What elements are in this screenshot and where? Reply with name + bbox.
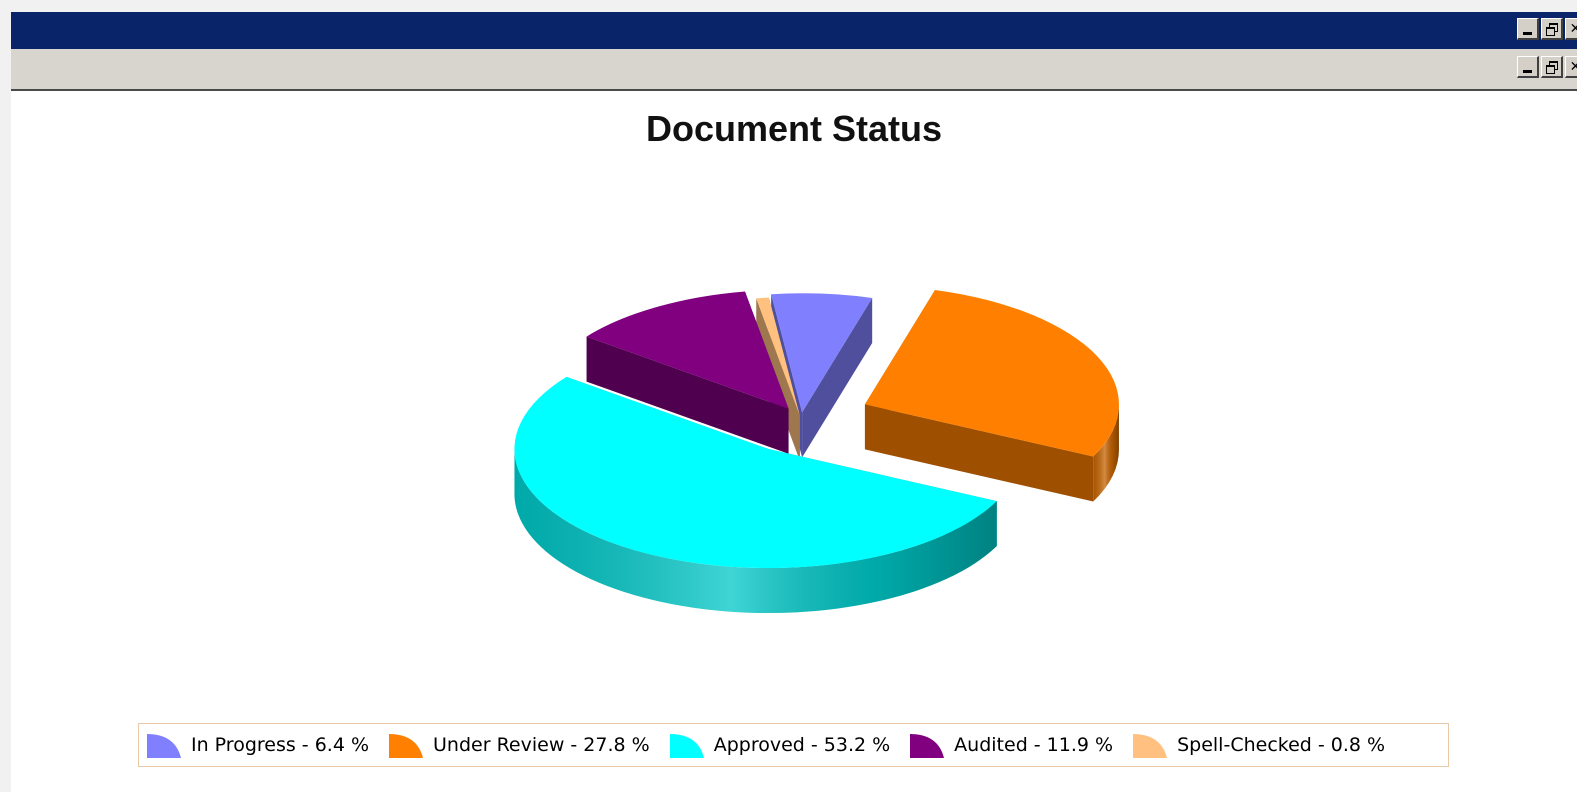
legend-label: Audited - 11.9 % bbox=[954, 734, 1114, 756]
legend-item: Audited - 11.9 % bbox=[908, 730, 1113, 760]
chart-legend: In Progress - 6.4 % Under Review - 27.8 %… bbox=[138, 723, 1449, 767]
legend-item: In Progress - 6.4 % bbox=[145, 730, 369, 760]
legend-swatch-icon bbox=[389, 734, 424, 758]
legend-label: Under Review - 27.8 % bbox=[433, 734, 650, 756]
legend-label: Spell-Checked - 0.8 % bbox=[1177, 734, 1386, 756]
pie-slice-under-review bbox=[864, 289, 1119, 502]
legend-item: Spell-Checked - 0.8 % bbox=[1131, 730, 1385, 760]
legend-item: Approved - 53.2 % bbox=[668, 730, 890, 760]
legend-swatch-icon bbox=[669, 734, 704, 758]
legend-label: Approved - 53.2 % bbox=[713, 734, 891, 756]
legend-item: Under Review - 27.8 % bbox=[387, 730, 650, 760]
legend-swatch-icon bbox=[1133, 734, 1168, 758]
pie-chart bbox=[514, 289, 1119, 614]
legend-swatch-icon bbox=[147, 734, 181, 758]
legend-label: In Progress - 6.4 % bbox=[191, 734, 370, 756]
chart-window: ✕ ✕ Document Status In Progress - 6.4 % U… bbox=[11, 12, 1577, 792]
legend-swatch-icon bbox=[910, 734, 945, 758]
